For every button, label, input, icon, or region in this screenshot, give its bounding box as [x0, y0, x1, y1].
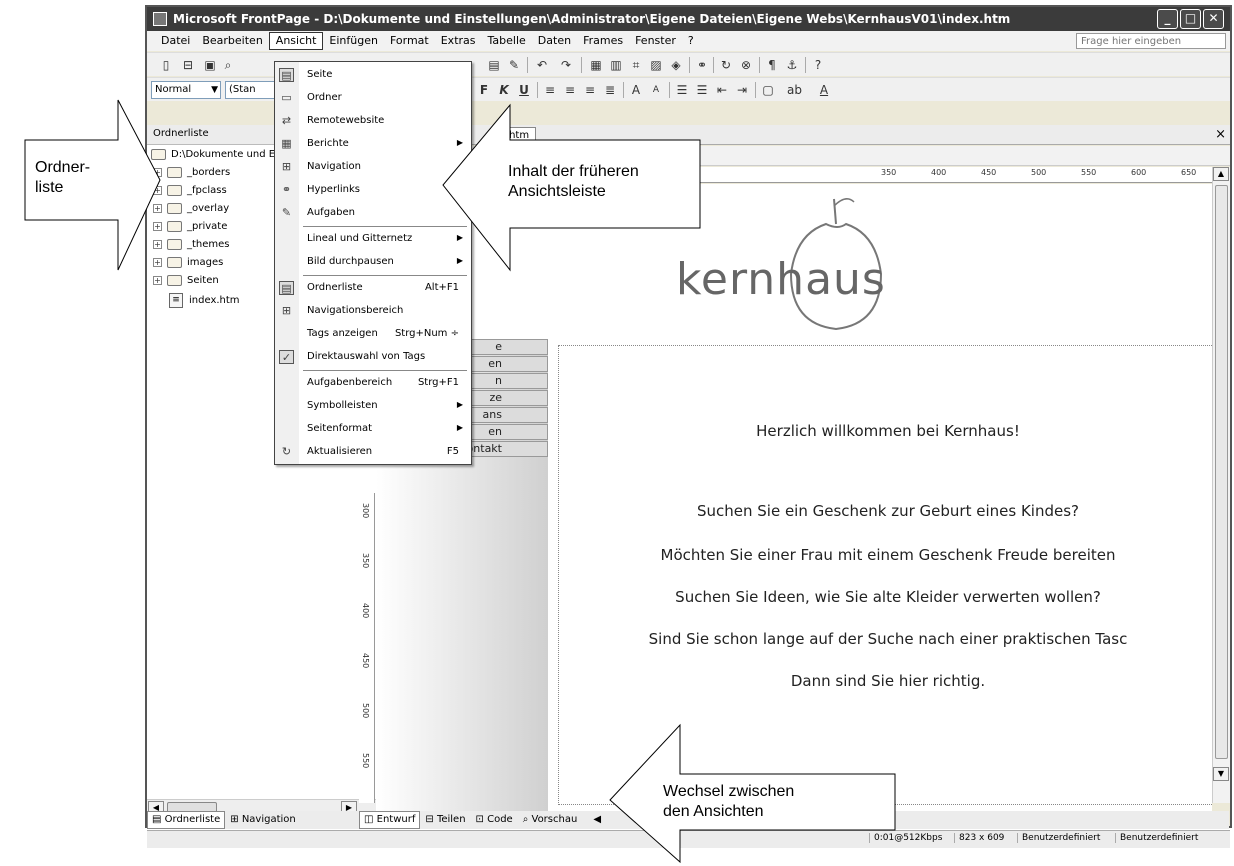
callout-line: Inhalt der früheren: [508, 163, 639, 180]
annotation-arrows: [24, 99, 896, 864]
callout-line: liste: [35, 179, 64, 196]
callout-line: Ansichtsleiste: [508, 183, 606, 200]
callout-line: den Ansichten: [663, 803, 764, 820]
callout-menu: Inhalt der früheren Ansichtsleiste: [508, 162, 639, 202]
callout-folder-list: Ordner- liste: [35, 158, 90, 198]
callout-views: Wechsel zwischen den Ansichten: [663, 782, 794, 822]
callout-line: Ordner-: [35, 159, 91, 176]
callout-line: Wechsel zwischen: [663, 783, 795, 800]
